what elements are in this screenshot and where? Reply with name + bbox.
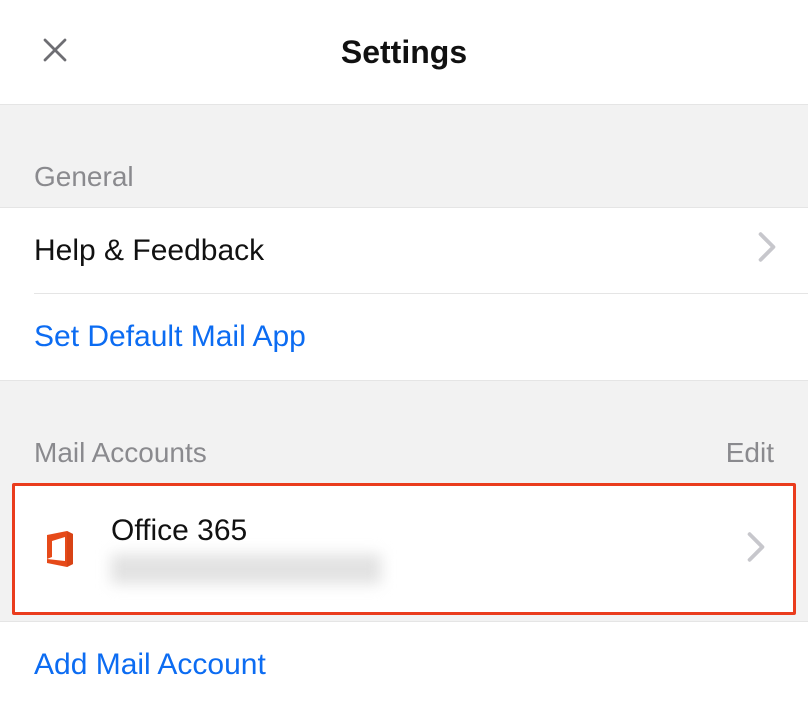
section-header-mail-accounts: Mail Accounts Edit [0,381,808,483]
office-icon [37,527,81,571]
add-mail-account-label: Add Mail Account [34,648,266,682]
general-group: Help & Feedback Set Default Mail App [0,207,808,381]
set-default-mail-row[interactable]: Set Default Mail App [0,294,808,380]
section-header-general-label: General [34,161,134,193]
section-header-mail-accounts-label: Mail Accounts [34,437,207,469]
mail-account-name: Office 365 [111,514,745,548]
close-button[interactable] [34,31,76,73]
mail-account-highlighted: Office 365 [12,483,796,615]
help-feedback-row[interactable]: Help & Feedback [0,208,808,294]
mail-account-row-office365[interactable]: Office 365 [15,486,793,612]
mail-account-text: Office 365 [111,514,745,584]
edit-accounts-button[interactable]: Edit [726,437,774,469]
chevron-right-icon [756,231,778,271]
set-default-mail-label: Set Default Mail App [34,320,306,354]
close-icon [40,35,70,70]
section-header-general: General [0,105,808,207]
chevron-right-icon [745,531,767,568]
help-feedback-label: Help & Feedback [34,234,264,268]
settings-header: Settings [0,0,808,105]
add-mail-account-row[interactable]: Add Mail Account [0,621,808,707]
mail-account-email-redacted [111,554,381,584]
page-title: Settings [341,34,467,71]
